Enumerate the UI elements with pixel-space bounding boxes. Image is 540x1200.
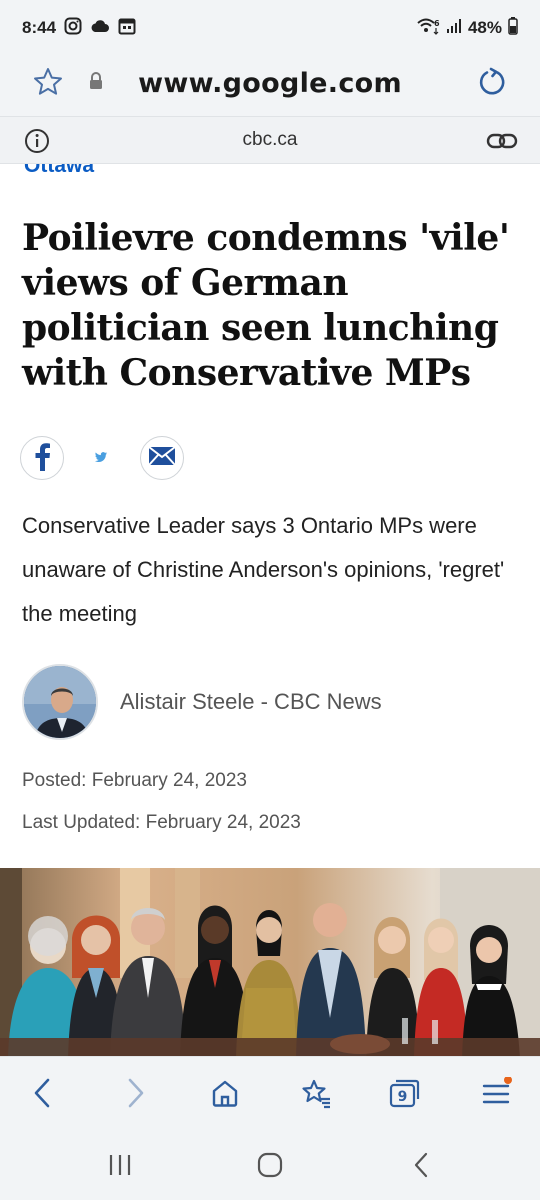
tab-count: 9: [398, 1089, 408, 1105]
facebook-icon: [32, 441, 52, 476]
email-share-button[interactable]: [140, 436, 184, 480]
cloud-icon: [90, 18, 110, 38]
url-text[interactable]: www.google.com: [0, 68, 540, 99]
updated-date: Last Updated: February 24, 2023: [22, 812, 301, 833]
author-name[interactable]: Alistair Steele - CBC News: [120, 689, 382, 715]
tabs-icon[interactable]: 9: [384, 1073, 424, 1113]
recents-icon[interactable]: [100, 1148, 140, 1182]
bookmarks-icon[interactable]: [296, 1073, 336, 1113]
facebook-share-button[interactable]: [20, 436, 64, 480]
battery-percent: 48%: [467, 18, 502, 37]
section-link[interactable]: Ottawa: [24, 164, 94, 178]
notification-dot: [504, 1077, 512, 1084]
link-icon[interactable]: [486, 129, 518, 158]
site-domain: cbc.ca: [242, 129, 298, 150]
browser-toolbar: 9: [0, 1056, 540, 1130]
forward-icon[interactable]: [116, 1073, 156, 1113]
posted-date: Posted: February 24, 2023: [22, 770, 247, 791]
menu-icon[interactable]: [476, 1073, 516, 1113]
twitter-icon: [95, 449, 107, 467]
headline: Poilievre condemns 'vile' views of Germa…: [22, 217, 510, 394]
svg-text:6: 6: [434, 19, 440, 28]
email-icon: [148, 445, 176, 471]
twitter-share-button[interactable]: [90, 447, 112, 469]
wifi-6-icon: 6: [416, 17, 440, 40]
article-deck: Conservative Leader says 3 Ontario MPs w…: [22, 513, 505, 626]
home-circle-icon[interactable]: [250, 1148, 290, 1182]
address-bar[interactable]: www.google.com: [0, 56, 540, 116]
system-navigation-bar: [0, 1130, 540, 1200]
battery-icon: [508, 16, 518, 40]
reload-icon[interactable]: [476, 66, 508, 103]
back-chevron-icon[interactable]: [402, 1148, 442, 1182]
back-icon[interactable]: [22, 1073, 62, 1113]
instagram-icon: [64, 17, 82, 40]
status-time: 8:44: [22, 18, 57, 37]
status-bar: 8:44 6 48%: [0, 0, 540, 56]
article: Ottawa Poilievre condemns 'vile' views o…: [0, 164, 540, 1056]
home-icon[interactable]: [205, 1073, 245, 1113]
avatar[interactable]: [22, 664, 98, 740]
calendar-icon: [118, 17, 136, 40]
article-photo[interactable]: [0, 868, 540, 1056]
site-info-bar: cbc.ca: [0, 116, 540, 164]
signal-icon: [446, 18, 462, 39]
